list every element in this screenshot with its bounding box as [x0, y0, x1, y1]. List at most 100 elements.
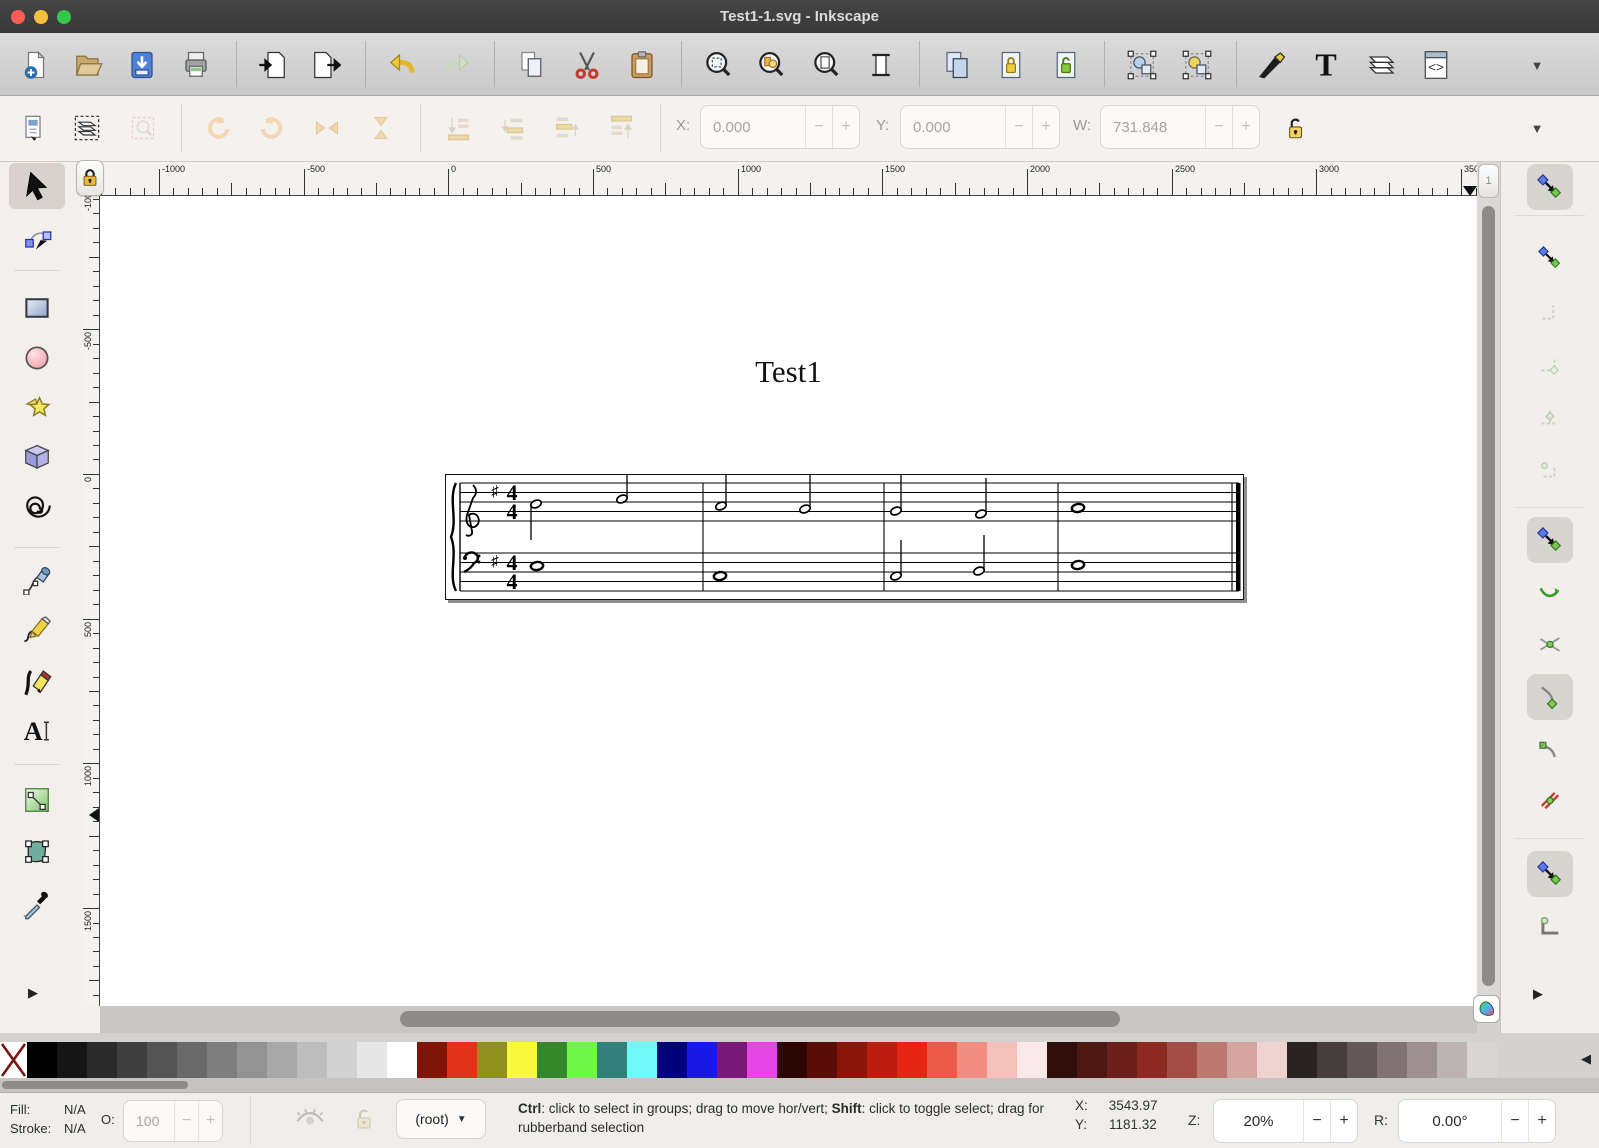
opacity-decrement-button[interactable]: − — [174, 1101, 198, 1141]
y-field[interactable]: 0.000 − + — [900, 105, 1060, 149]
toolbox-expander-button[interactable]: ▶ — [28, 985, 38, 1001]
palette-swatch[interactable] — [177, 1042, 207, 1078]
palette-swatch[interactable] — [717, 1042, 747, 1078]
lower-button[interactable] — [490, 108, 534, 148]
palette-swatch[interactable] — [597, 1042, 627, 1078]
lock-guides-button[interactable] — [76, 160, 104, 196]
palette-swatch[interactable] — [57, 1042, 87, 1078]
width-decrement-button[interactable]: − — [1205, 106, 1232, 148]
undo-button[interactable] — [382, 47, 422, 83]
zoom-page-button[interactable] — [806, 47, 846, 83]
palette-swatch[interactable] — [147, 1042, 177, 1078]
palette-swatch[interactable] — [1047, 1042, 1077, 1078]
zoom-page-width-button[interactable] — [861, 47, 901, 83]
document-title-text[interactable]: Test1 — [100, 354, 1477, 390]
zoom-field[interactable]: 20% − + — [1213, 1099, 1358, 1143]
import-button[interactable] — [253, 47, 293, 83]
palette-swatch[interactable] — [327, 1042, 357, 1078]
rotation-increment-button[interactable]: + — [1528, 1100, 1555, 1142]
snap-nodes-button[interactable] — [1527, 517, 1573, 563]
fill-stroke-dialog-button[interactable] — [1251, 47, 1291, 83]
copy-button[interactable] — [512, 47, 552, 83]
toolbar-overflow-button[interactable]: ▼ — [1517, 47, 1557, 83]
x-field-value[interactable]: 0.000 — [701, 106, 805, 148]
snap-bbox-corners-button[interactable] — [1527, 342, 1573, 388]
snap-page-border-button[interactable] — [1527, 903, 1573, 949]
y-decrement-button[interactable]: − — [1005, 106, 1032, 148]
canvas[interactable]: Test1 ♯♯4444 — [100, 196, 1477, 1006]
palette-swatch[interactable] — [357, 1042, 387, 1078]
palette-swatch[interactable] — [807, 1042, 837, 1078]
deselect-button[interactable] — [121, 108, 165, 148]
palette-scrollbar[interactable] — [0, 1078, 1599, 1092]
select-all-button[interactable] — [11, 108, 55, 148]
tool-ellipse[interactable] — [9, 335, 65, 381]
vertical-scrollbar[interactable]: 1 — [1477, 162, 1500, 1006]
palette-swatch[interactable] — [387, 1042, 417, 1078]
y-increment-button[interactable]: + — [1032, 106, 1059, 148]
palette-swatch[interactable] — [687, 1042, 717, 1078]
color-managed-display-button[interactable] — [1473, 995, 1500, 1023]
palette-swatch[interactable] — [867, 1042, 897, 1078]
palette-swatch[interactable] — [1317, 1042, 1347, 1078]
palette-swatch[interactable] — [267, 1042, 297, 1078]
opacity-increment-button[interactable]: + — [198, 1101, 222, 1141]
cut-button[interactable] — [567, 47, 607, 83]
zoom-increment-button[interactable]: + — [1330, 1100, 1357, 1142]
palette-swatch[interactable] — [957, 1042, 987, 1078]
palette-swatch[interactable] — [417, 1042, 447, 1078]
rotation-field[interactable]: 0.00° − + — [1398, 1099, 1556, 1143]
horizontal-scrollbar-thumb[interactable] — [400, 1011, 1120, 1027]
palette-swatch[interactable] — [1347, 1042, 1377, 1078]
palette-swatch[interactable] — [927, 1042, 957, 1078]
unlink-clone-button[interactable] — [1046, 47, 1086, 83]
horizontal-scrollbar[interactable] — [100, 1006, 1477, 1033]
palette-swatch[interactable] — [1077, 1042, 1107, 1078]
palette-swatch[interactable] — [1407, 1042, 1437, 1078]
raise-to-top-button[interactable] — [599, 108, 643, 148]
commands-overflow-button[interactable]: ▼ — [1515, 108, 1559, 148]
palette-swatch[interactable] — [237, 1042, 267, 1078]
palette-swatch[interactable] — [1137, 1042, 1167, 1078]
palette-swatch[interactable] — [447, 1042, 477, 1078]
x-field[interactable]: 0.000 − + — [700, 105, 860, 149]
palette-swatch[interactable] — [537, 1042, 567, 1078]
width-increment-button[interactable]: + — [1232, 106, 1259, 148]
palette-swatch[interactable] — [567, 1042, 597, 1078]
open-document-button[interactable] — [68, 47, 108, 83]
duplicate-button[interactable] — [937, 47, 977, 83]
snap-others-button[interactable] — [1527, 851, 1573, 897]
opacity-value[interactable]: 100 — [124, 1101, 174, 1141]
snap-bbox-edges-button[interactable] — [1527, 289, 1573, 335]
palette-swatch[interactable] — [207, 1042, 237, 1078]
create-clone-button[interactable] — [991, 47, 1031, 83]
tool-node-editor[interactable] — [9, 214, 65, 260]
palette-swatch[interactable] — [987, 1042, 1017, 1078]
tool-pen[interactable] — [9, 557, 65, 603]
palette-swatch[interactable] — [87, 1042, 117, 1078]
vertical-ruler[interactable]: -1000-500050010001500 — [82, 196, 100, 1006]
lock-ratio-button[interactable] — [1273, 108, 1317, 148]
rotate-ccw-button[interactable] — [196, 108, 240, 148]
tool-text[interactable]: A — [9, 708, 65, 754]
x-increment-button[interactable]: + — [832, 106, 859, 148]
tool-pencil[interactable] — [9, 607, 65, 653]
tool-star[interactable] — [9, 386, 65, 432]
rotation-value[interactable]: 0.00° — [1399, 1100, 1501, 1142]
snap-smooth-nodes-button[interactable] — [1527, 727, 1573, 773]
tool-box3d[interactable] — [9, 435, 65, 481]
redo-button[interactable] — [437, 47, 477, 83]
palette-swatch[interactable] — [1227, 1042, 1257, 1078]
opacity-field[interactable]: 100 − + — [123, 1100, 223, 1142]
ungroup-button[interactable] — [1177, 47, 1217, 83]
zoom-decrement-button[interactable]: − — [1303, 1100, 1330, 1142]
paste-button[interactable] — [622, 47, 662, 83]
tool-rectangle[interactable] — [9, 285, 65, 331]
palette-swatch[interactable] — [747, 1042, 777, 1078]
snap-line-midpoints-button[interactable] — [1527, 777, 1573, 823]
tool-selector[interactable] — [9, 163, 65, 209]
snapbar-expander-button[interactable]: ▶ — [1533, 986, 1543, 1002]
palette-swatch[interactable] — [1197, 1042, 1227, 1078]
width-field[interactable]: 731.848 − + — [1100, 105, 1260, 149]
palette-scrollbar-thumb[interactable] — [2, 1081, 188, 1089]
